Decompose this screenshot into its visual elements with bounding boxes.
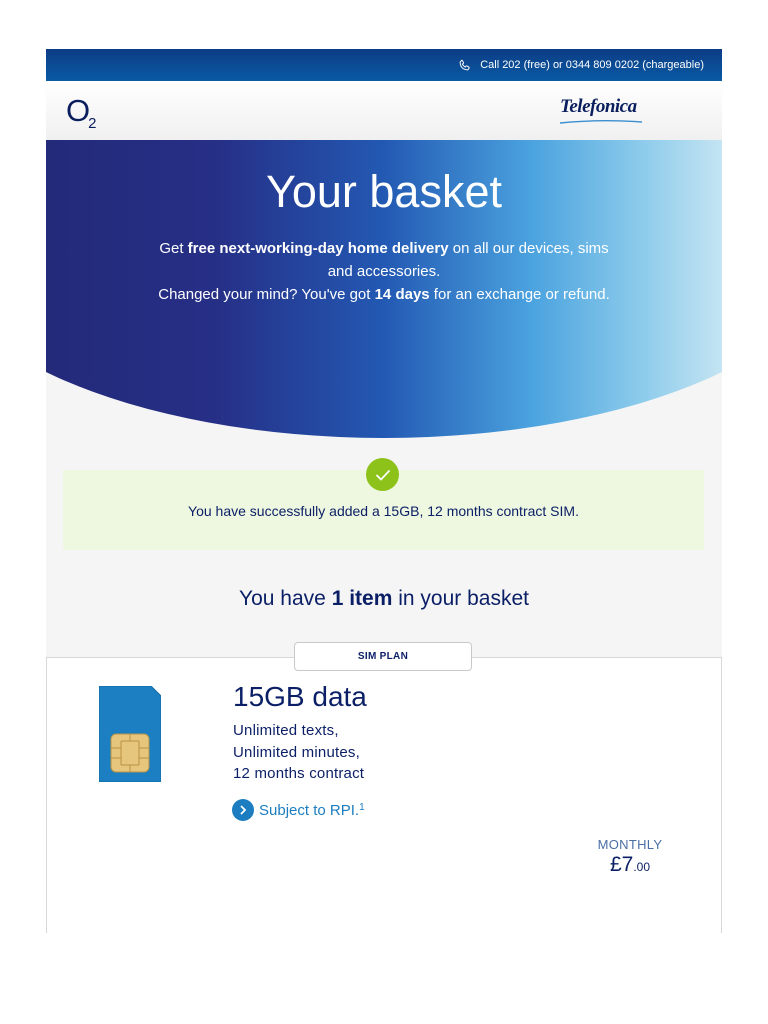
delivery-highlight: free next-working-day home delivery bbox=[187, 240, 449, 257]
price-major: £7 bbox=[609, 853, 634, 876]
plan-title: 15GB data bbox=[233, 681, 367, 712]
basket-item-count: 1 item bbox=[331, 587, 393, 610]
rpi-link[interactable]: Subject to RPI. 1 bbox=[232, 799, 365, 821]
price-period-label: MONTHLY bbox=[597, 837, 663, 852]
chevron-right-icon bbox=[232, 799, 254, 821]
telefonica-swoosh-icon bbox=[559, 120, 643, 124]
page-title: Your basket bbox=[265, 166, 502, 217]
check-icon bbox=[366, 458, 399, 491]
plan-feature: Unlimited texts, bbox=[233, 722, 339, 739]
o2-logo-subscript: 2 bbox=[88, 115, 97, 132]
plan-feature: Unlimited minutes, bbox=[233, 743, 360, 761]
hero-line2-post: for an exchange or refund. bbox=[429, 286, 610, 303]
logo-bar: O2 Telefonica bbox=[46, 81, 722, 140]
monthly-price: £7.00 bbox=[586, 853, 674, 877]
sim-card-icon bbox=[99, 686, 161, 782]
rpi-link-label: Subject to RPI. bbox=[259, 801, 360, 819]
basket-count-pre: You have bbox=[239, 587, 332, 610]
telefonica-logo: Telefonica bbox=[560, 96, 637, 117]
basket-count-heading: You have 1 item in your basket bbox=[46, 587, 722, 611]
contact-bar: Call 202 (free) or 0344 809 0202 (charge… bbox=[46, 49, 722, 81]
o2-logo-letter: O bbox=[66, 93, 91, 128]
success-message: You have successfully added a 15GB, 12 m… bbox=[188, 503, 579, 519]
o2-logo[interactable]: O2 bbox=[66, 93, 98, 132]
hero-line2-pre: Changed your mind? You've got bbox=[158, 286, 375, 303]
price-minor: .00 bbox=[633, 860, 651, 874]
phone-icon bbox=[458, 59, 471, 72]
return-days-highlight: 14 days bbox=[374, 286, 430, 303]
hero-description: Get free next-working-day home delivery … bbox=[148, 237, 620, 306]
contact-phone-text[interactable]: Call 202 (free) or 0344 809 0202 (charge… bbox=[480, 59, 704, 71]
plan-feature: 12 months contract bbox=[233, 765, 365, 782]
basket-count-post: in your basket bbox=[392, 587, 529, 610]
hero-banner: Your basket Get free next-working-day ho… bbox=[46, 140, 722, 438]
rpi-footnote-marker: 1 bbox=[359, 801, 365, 813]
hero-line1-pre: Get bbox=[159, 240, 188, 257]
email-container: Call 202 (free) or 0344 809 0202 (charge… bbox=[46, 49, 722, 933]
sim-plan-tab: SIM PLAN bbox=[294, 642, 472, 671]
plan-features: Unlimited texts, Unlimited minutes, 12 m… bbox=[233, 720, 364, 785]
